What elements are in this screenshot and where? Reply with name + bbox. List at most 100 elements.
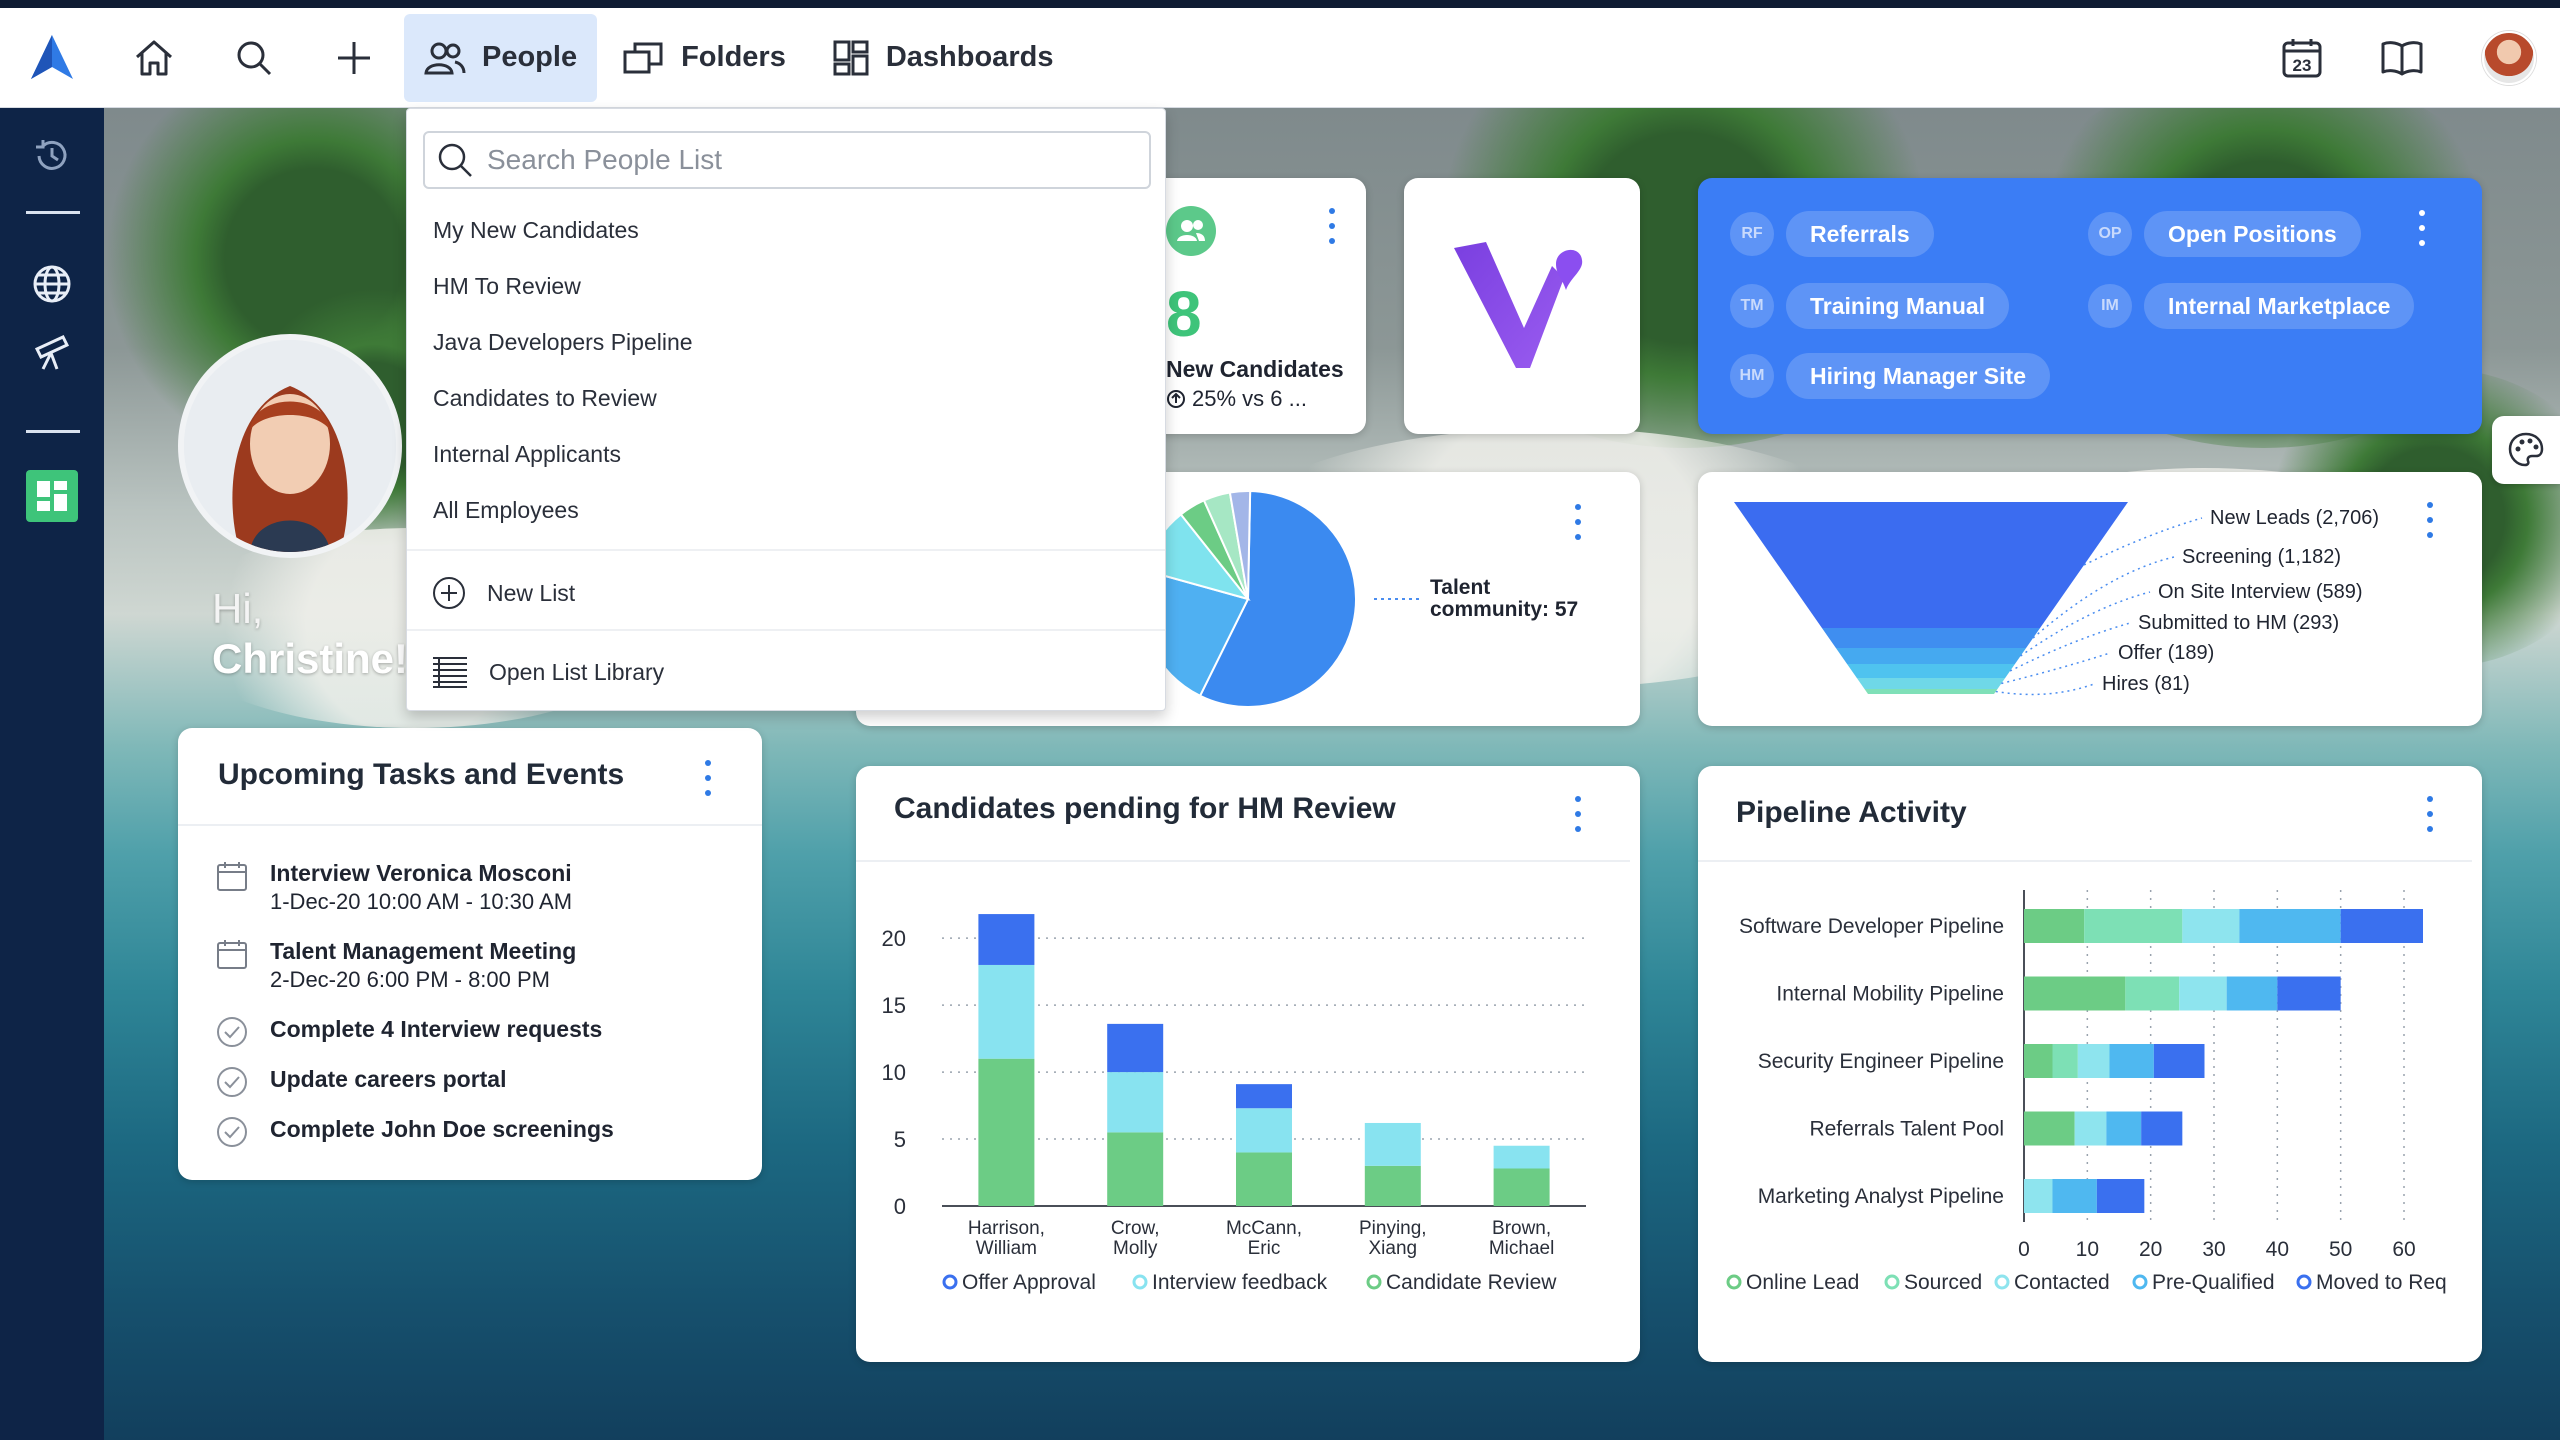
quick-link-internal-marketplace[interactable]: Internal Marketplace xyxy=(2144,283,2415,329)
list-item[interactable]: Internal Applicants xyxy=(433,441,621,468)
sidebar-recent[interactable] xyxy=(26,130,78,182)
guide-button[interactable] xyxy=(2352,8,2452,108)
theme-palette-button[interactable] xyxy=(2492,416,2560,484)
bar-segment[interactable] xyxy=(2024,976,2126,1011)
pipeline-menu[interactable] xyxy=(2420,796,2440,832)
dashboards-icon xyxy=(833,40,869,75)
bar-segment[interactable] xyxy=(2024,909,2085,943)
bar-segment[interactable] xyxy=(2052,1044,2078,1078)
bar-segment[interactable] xyxy=(2239,909,2341,943)
quick-link-abbr: TM xyxy=(1730,284,1774,328)
bar-segment[interactable] xyxy=(2106,1111,2142,1146)
bar-segment[interactable] xyxy=(1493,1145,1550,1169)
bar-segment[interactable] xyxy=(2226,976,2278,1011)
funnel-stage[interactable] xyxy=(1835,648,2027,664)
funnel-stage[interactable] xyxy=(1847,664,2015,678)
list-item[interactable]: HM To Review xyxy=(433,273,581,300)
app-logo[interactable] xyxy=(0,8,104,108)
nav-folders[interactable]: Folders xyxy=(603,14,806,102)
funnel-stage-label: Offer (189) xyxy=(2118,642,2214,664)
check-circle-icon[interactable] xyxy=(216,1066,248,1098)
bar-segment[interactable] xyxy=(2277,976,2341,1011)
x-tick-label: William xyxy=(976,1238,1037,1259)
bar-segment[interactable] xyxy=(1236,1084,1292,1109)
check-circle-icon[interactable] xyxy=(216,1016,248,1048)
nav-dashboards[interactable]: Dashboards xyxy=(812,14,1074,102)
legend-marker xyxy=(942,1274,958,1290)
list-item[interactable]: All Employees xyxy=(433,497,579,524)
bar-segment[interactable] xyxy=(2340,909,2423,943)
todo-item[interactable]: Update careers portal xyxy=(216,1066,506,1098)
bar-segment[interactable] xyxy=(2077,1044,2110,1078)
funnel-stage[interactable] xyxy=(1734,502,2128,628)
funnel-stage[interactable] xyxy=(1821,628,2041,648)
todo-item[interactable]: Complete 4 Interview requests xyxy=(216,1016,602,1048)
event-item[interactable]: Talent Management Meeting 2-Dec-20 6:00 P… xyxy=(216,938,576,993)
funnel-stage[interactable] xyxy=(1864,689,1998,694)
bar-segment[interactable] xyxy=(2084,909,2183,943)
greeting-name: Christine! xyxy=(212,635,409,682)
event-time: 2-Dec-20 6:00 PM - 8:00 PM xyxy=(270,967,551,992)
profile-portrait-icon xyxy=(184,340,396,552)
bar-segment[interactable] xyxy=(1364,1165,1421,1206)
bar-segment[interactable] xyxy=(978,914,1035,965)
hm-review-menu[interactable] xyxy=(1568,796,1588,832)
open-list-library-button[interactable]: Open List Library xyxy=(431,655,664,689)
bar-segment[interactable] xyxy=(2141,1111,2183,1146)
check-circle-icon[interactable] xyxy=(216,1116,248,1148)
bar-segment[interactable] xyxy=(2024,1179,2053,1213)
bar-segment[interactable] xyxy=(1107,1132,1164,1206)
bar-segment[interactable] xyxy=(978,964,1035,1059)
list-item[interactable]: Java Developers Pipeline xyxy=(433,329,693,356)
quick-link-training-manual[interactable]: Training Manual xyxy=(1786,283,2010,329)
legend-marker xyxy=(1726,1274,1742,1290)
quick-link-open-positions[interactable]: Open Positions xyxy=(2144,211,2361,257)
bar-segment[interactable] xyxy=(2096,1179,2145,1213)
search-button[interactable] xyxy=(204,8,304,108)
nav-people[interactable]: People xyxy=(404,13,598,102)
bar-segment[interactable] xyxy=(1236,1108,1292,1153)
sidebar-dashboard[interactable] xyxy=(26,470,78,522)
quick-links-menu[interactable] xyxy=(2412,210,2432,246)
new-candidates-card[interactable]: 8 New Candidates 25% vs 6 ... xyxy=(1140,178,1366,434)
people-list-search[interactable] xyxy=(423,131,1151,189)
sidebar-explore[interactable] xyxy=(26,326,78,378)
todo-item[interactable]: Complete John Doe screenings xyxy=(216,1116,614,1148)
quick-link-referrals[interactable]: Referrals xyxy=(1786,211,1934,257)
funnel-card-menu[interactable] xyxy=(2420,502,2440,538)
sidebar-global[interactable] xyxy=(26,258,78,310)
bar-segment[interactable] xyxy=(2125,976,2180,1011)
event-item[interactable]: Interview Veronica Mosconi 1-Dec-20 10:00… xyxy=(216,860,572,915)
new-candidates-menu[interactable] xyxy=(1322,208,1342,244)
tasks-menu[interactable] xyxy=(698,760,718,796)
calendar-button[interactable]: 23 xyxy=(2252,8,2352,108)
pie-card-menu[interactable] xyxy=(1568,504,1588,540)
bar-segment[interactable] xyxy=(1364,1122,1421,1166)
bar-segment[interactable] xyxy=(2024,1111,2075,1146)
user-avatar[interactable] xyxy=(2482,31,2536,85)
plus-icon xyxy=(338,41,370,74)
bar-segment[interactable] xyxy=(2109,1044,2154,1078)
bar-segment[interactable] xyxy=(2182,909,2240,943)
people-list-search-input[interactable] xyxy=(487,144,1107,176)
list-item[interactable]: Candidates to Review xyxy=(433,385,657,412)
bar-segment[interactable] xyxy=(2024,1044,2053,1078)
pie-label-line2: community: 57 xyxy=(1430,598,1578,621)
new-list-button[interactable]: New List xyxy=(431,575,575,611)
bar-segment[interactable] xyxy=(1493,1168,1550,1206)
list-item[interactable]: My New Candidates xyxy=(433,217,639,244)
bar-segment[interactable] xyxy=(1107,1023,1164,1073)
bar-segment[interactable] xyxy=(2052,1179,2097,1213)
bar-segment[interactable] xyxy=(1236,1152,1292,1206)
y-tick-label: Security Engineer Pipeline xyxy=(1758,1050,2004,1073)
bar-segment[interactable] xyxy=(978,1058,1035,1206)
add-button[interactable] xyxy=(304,8,404,108)
home-button[interactable] xyxy=(104,8,204,108)
bar-segment[interactable] xyxy=(2074,1111,2107,1146)
funnel-stage[interactable] xyxy=(1856,678,2006,689)
bar-segment[interactable] xyxy=(2153,1044,2205,1078)
bar-segment[interactable] xyxy=(1107,1072,1164,1133)
x-tick-label: Eric xyxy=(1248,1238,1281,1259)
quick-link-hiring-manager-site[interactable]: Hiring Manager Site xyxy=(1786,353,2050,399)
bar-segment[interactable] xyxy=(2179,976,2227,1011)
